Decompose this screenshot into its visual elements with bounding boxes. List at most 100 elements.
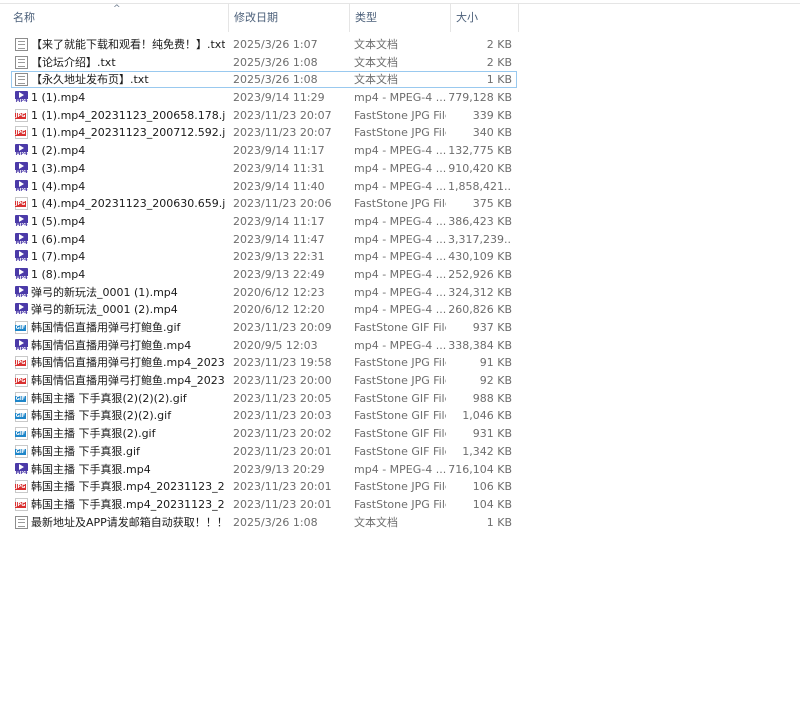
file-name: 韩国主播 下手真狠(2)(2).gif xyxy=(31,409,172,423)
file-name: 1 (5).mp4 xyxy=(31,214,86,228)
file-row[interactable]: 韩国情侣直播用弹弓打鲍鱼.mp4_20231... 2023/11/23 20:0… xyxy=(0,372,800,390)
file-type: mp4 - MPEG-4 ... xyxy=(354,232,446,246)
txt-file-icon xyxy=(15,55,28,69)
file-type: mp4 - MPEG-4 ... xyxy=(354,267,446,281)
file-row[interactable]: 1 (3).mp4 2023/9/14 11:31 mp4 - MPEG-4 ...… xyxy=(0,160,800,178)
mp4-file-icon xyxy=(15,267,28,281)
file-row[interactable]: 1 (7).mp4 2023/9/13 22:31 mp4 - MPEG-4 ...… xyxy=(0,248,800,266)
file-row[interactable]: 弹弓的新玩法_0001 (1).mp4 2020/6/12 12:23 mp4 - … xyxy=(0,284,800,302)
file-name: 【来了就能下载和观看！纯免费！】.txt xyxy=(31,38,225,51)
file-size: 1 KB xyxy=(486,515,512,529)
file-name: 韩国情侣直播用弹弓打鲍鱼.gif xyxy=(31,321,181,334)
file-size: 3,317,239... xyxy=(448,232,512,246)
file-size: 106 KB xyxy=(472,480,512,494)
mp4-file-icon xyxy=(15,285,28,299)
file-row[interactable]: 1 (4).mp4_20231123_200630.659.jpg 2023/11… xyxy=(0,195,800,213)
file-row[interactable]: 韩国主播 下手真狠.mp4_20231123_200... 2023/11/23 … xyxy=(0,478,800,496)
jpg-file-icon xyxy=(15,374,28,388)
file-icon-cell xyxy=(15,391,28,405)
file-row[interactable]: 韩国主播 下手真狠(2)(2)(2).gif 2023/11/23 20:05 Fa… xyxy=(0,390,800,408)
column-header-date-modified[interactable]: 修改日期 xyxy=(228,4,349,32)
file-type: FastStone GIF File xyxy=(354,444,446,458)
file-icon-cell xyxy=(15,497,28,511)
file-row[interactable]: 韩国情侣直播用弹弓打鲍鱼.mp4 2020/9/5 12:03 mp4 - MPEG… xyxy=(0,337,800,355)
file-icon-cell xyxy=(15,161,28,175)
column-header-type-label: 类型 xyxy=(355,11,377,24)
file-name: 韩国情侣直播用弹弓打鲍鱼.mp4_20231... xyxy=(31,374,225,388)
column-header-date-label: 修改日期 xyxy=(234,11,278,24)
file-icon-cell xyxy=(15,338,28,352)
file-row[interactable]: 【来了就能下载和观看！纯免费！】.txt 2025/3/26 1:07 文本文档 2 … xyxy=(0,36,800,54)
file-icon-cell xyxy=(15,73,28,87)
file-name: 【论坛介绍】.txt xyxy=(31,55,116,69)
file-row[interactable]: 韩国主播 下手真狠(2)(2).gif 2023/11/23 20:03 FastS… xyxy=(0,407,800,425)
file-row[interactable]: 韩国情侣直播用弹弓打鲍鱼.gif 2023/11/23 20:09 FastSton… xyxy=(0,319,800,337)
file-icon-cell xyxy=(15,144,28,158)
file-size: 132,775 KB xyxy=(448,144,512,158)
column-header-size[interactable]: 大小 xyxy=(450,4,518,32)
file-row[interactable]: 最新地址及APP请发邮箱自动获取！！！... 2025/3/26 1:08 文本文档… xyxy=(0,514,800,532)
column-header-bar: 名称 ^ 修改日期 类型 大小 xyxy=(0,4,800,32)
column-header-divider[interactable] xyxy=(518,4,519,32)
file-type: 文本文档 xyxy=(354,38,398,51)
txt-file-icon xyxy=(15,38,28,51)
sort-ascending-icon: ^ xyxy=(113,4,121,14)
file-icon-cell xyxy=(15,356,28,370)
file-icon-cell xyxy=(15,285,28,299)
file-size: 260,826 KB xyxy=(448,303,512,317)
file-row[interactable]: 1 (1).mp4_20231123_200658.178.jpg 2023/11… xyxy=(0,107,800,125)
file-row[interactable]: 韩国主播 下手真狠(2).gif 2023/11/23 20:02 FastSton… xyxy=(0,425,800,443)
file-row[interactable]: 1 (5).mp4 2023/9/14 11:17 mp4 - MPEG-4 ...… xyxy=(0,213,800,231)
file-name: 最新地址及APP请发邮箱自动获取！！！... xyxy=(31,515,225,529)
file-icon-cell xyxy=(15,197,28,211)
file-row[interactable]: 1 (2).mp4 2023/9/14 11:17 mp4 - MPEG-4 ...… xyxy=(0,142,800,160)
file-row[interactable]: 【论坛介绍】.txt 2025/3/26 1:08 文本文档 2 KB xyxy=(0,54,800,72)
mp4-file-icon xyxy=(15,144,28,158)
gif-file-icon xyxy=(15,427,28,441)
file-icon-cell xyxy=(15,55,28,69)
file-date-modified: 2020/9/5 12:03 xyxy=(233,338,318,352)
file-date-modified: 2023/11/23 20:00 xyxy=(233,374,332,388)
column-header-name[interactable]: 名称 ^ xyxy=(0,4,228,32)
file-type: FastStone GIF File xyxy=(354,427,446,441)
file-row[interactable]: 【永久地址发布页】.txt 2025/3/26 1:08 文本文档 1 KB xyxy=(0,71,800,89)
file-date-modified: 2023/11/23 20:07 xyxy=(233,126,332,140)
file-row[interactable]: 1 (6).mp4 2023/9/14 11:47 mp4 - MPEG-4 ...… xyxy=(0,231,800,249)
file-list: 【来了就能下载和观看！纯免费！】.txt 2025/3/26 1:07 文本文档 2 … xyxy=(0,36,800,531)
file-date-modified: 2023/9/14 11:31 xyxy=(233,161,325,175)
file-icon-cell xyxy=(15,444,28,458)
file-date-modified: 2020/6/12 12:23 xyxy=(233,285,325,299)
txt-file-icon xyxy=(15,515,28,529)
file-type: FastStone GIF File xyxy=(354,321,446,334)
file-name: 韩国主播 下手真狠(2).gif xyxy=(31,427,156,441)
column-header-type[interactable]: 类型 xyxy=(349,4,450,32)
file-size: 1 KB xyxy=(486,73,512,87)
file-name: 韩国主播 下手真狠.mp4 xyxy=(31,462,151,476)
file-row[interactable]: 韩国主播 下手真狠.mp4 2023/9/13 20:29 mp4 - MPEG-4… xyxy=(0,461,800,479)
column-header-name-label: 名称 xyxy=(13,11,35,24)
gif-file-icon xyxy=(15,444,28,458)
file-type: mp4 - MPEG-4 ... xyxy=(354,161,446,175)
file-row[interactable]: 1 (8).mp4 2023/9/13 22:49 mp4 - MPEG-4 ...… xyxy=(0,266,800,284)
file-row[interactable]: 1 (1).mp4_20231123_200712.592.jpg 2023/11… xyxy=(0,124,800,142)
file-row[interactable]: 弹弓的新玩法_0001 (2).mp4 2020/6/12 12:20 mp4 - … xyxy=(0,301,800,319)
file-type: mp4 - MPEG-4 ... xyxy=(354,250,446,264)
file-size: 1,858,421... xyxy=(448,179,512,193)
column-header-size-label: 大小 xyxy=(456,11,478,24)
file-size: 2 KB xyxy=(486,55,512,69)
file-type: mp4 - MPEG-4 ... xyxy=(354,91,446,105)
file-row[interactable]: 韩国主播 下手真狠.mp4_20231123_200... 2023/11/23 … xyxy=(0,496,800,514)
file-name: 1 (6).mp4 xyxy=(31,232,86,246)
file-row[interactable]: 韩国情侣直播用弹弓打鲍鱼.mp4_20231... 2023/11/23 19:5… xyxy=(0,354,800,372)
file-date-modified: 2023/9/13 22:49 xyxy=(233,267,325,281)
jpg-file-icon xyxy=(15,126,28,140)
file-row[interactable]: 1 (4).mp4 2023/9/14 11:40 mp4 - MPEG-4 ...… xyxy=(0,178,800,196)
file-row[interactable]: 韩国主播 下手真狠.gif 2023/11/23 20:01 FastStone G… xyxy=(0,443,800,461)
file-name: 韩国情侣直播用弹弓打鲍鱼.mp4 xyxy=(31,338,192,352)
file-icon-cell xyxy=(15,38,28,51)
file-icon-cell xyxy=(15,427,28,441)
file-date-modified: 2023/9/14 11:17 xyxy=(233,144,325,158)
file-row[interactable]: 1 (1).mp4 2023/9/14 11:29 mp4 - MPEG-4 ...… xyxy=(0,89,800,107)
jpg-file-icon xyxy=(15,480,28,494)
file-name: 韩国主播 下手真狠.mp4_20231123_200... xyxy=(31,497,225,511)
